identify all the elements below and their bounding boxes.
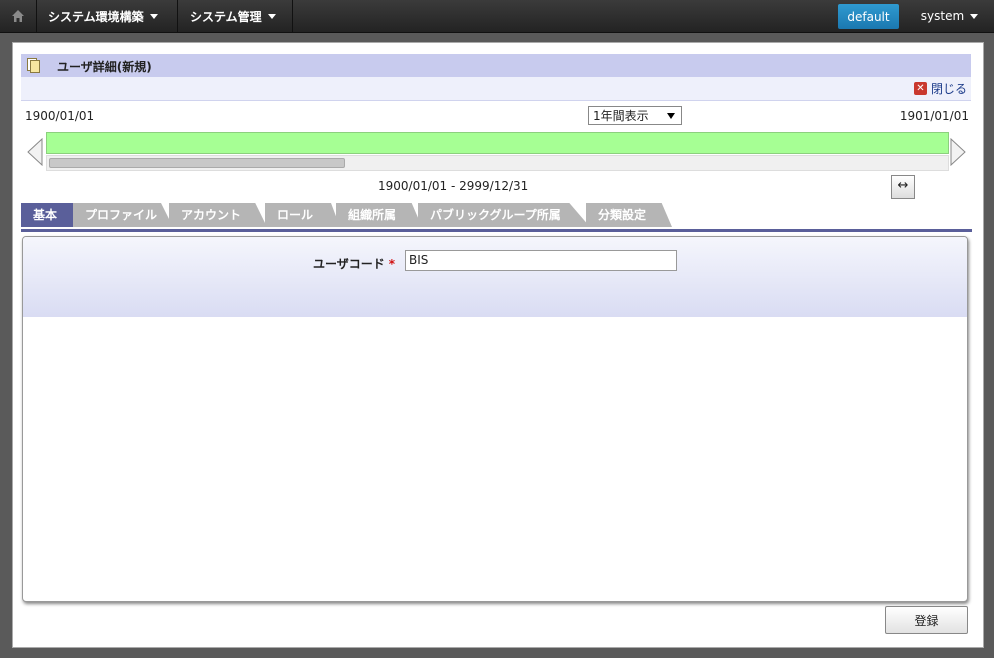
timeline-scrollbar[interactable] — [46, 155, 949, 171]
tab-profile[interactable]: プロファイル — [73, 203, 173, 227]
chevron-down-icon — [149, 13, 158, 19]
action-bar: ✕ 閉じる — [21, 77, 971, 101]
tab-role[interactable]: ロール — [265, 203, 340, 227]
chevron-down-icon — [970, 13, 979, 19]
required-mark: * — [388, 257, 396, 271]
top-nav-bar: システム環境構築 システム管理 default system — [0, 0, 994, 33]
tab-classification[interactable]: 分類設定 — [586, 203, 672, 227]
tab-bar: 基本 プロファイル アカウント ロール 組織所属 パブリックグループ所属 分類設… — [21, 203, 972, 232]
view-period-value: 1年間表示 — [593, 109, 649, 123]
user-code-label-text: ユーザコード — [313, 257, 385, 271]
tab-organization[interactable]: 組織所属 — [336, 203, 422, 227]
tab-account[interactable]: アカウント — [169, 203, 267, 227]
main-panel: ユーザ詳細(新規) ✕ 閉じる 1900/01/01 1年間表示 1901/01… — [12, 42, 984, 648]
scroll-right-arrow-icon[interactable] — [949, 138, 967, 166]
menu-label: システム環境構築 — [48, 9, 144, 24]
user-name: system — [920, 9, 965, 23]
view-period-select[interactable]: 1年間表示 — [588, 106, 682, 125]
form-header-background — [23, 237, 967, 317]
timeline-range: 1900/01/01 - 2999/12/31 — [378, 179, 529, 193]
register-button[interactable]: 登録 — [885, 606, 968, 634]
timeline-start-date: 1900/01/01 — [25, 109, 95, 123]
form-area: ユーザコード * BIS — [22, 236, 968, 602]
home-icon — [12, 10, 24, 22]
menu-system-environment[interactable]: システム環境構築 — [36, 0, 178, 32]
fit-range-button[interactable]: ↔ — [891, 175, 915, 199]
home-button[interactable] — [0, 0, 37, 32]
document-icon — [27, 58, 40, 73]
form-body — [31, 317, 957, 597]
tenant-button[interactable]: default — [838, 4, 899, 29]
user-menu[interactable]: system — [905, 0, 994, 32]
dropdown-arrow-icon — [667, 113, 675, 119]
chevron-down-icon — [267, 13, 276, 19]
scrollbar-thumb[interactable] — [49, 158, 345, 168]
user-code-input[interactable]: BIS — [405, 250, 677, 271]
user-code-label: ユーザコード * — [313, 255, 395, 272]
menu-system-admin[interactable]: システム管理 — [178, 0, 293, 32]
close-icon: ✕ — [913, 82, 927, 95]
title-bar: ユーザ詳細(新規) — [21, 54, 971, 77]
expand-horizontal-icon: ↔ — [897, 178, 909, 193]
scroll-left-arrow-icon[interactable] — [26, 138, 44, 166]
timeline-end-date: 1901/01/01 — [899, 109, 969, 123]
tab-basic[interactable]: 基本 — [21, 203, 81, 227]
tab-public-group[interactable]: パブリックグループ所属 — [418, 203, 590, 227]
timeline-bar[interactable] — [46, 132, 949, 154]
menu-label: システム管理 — [190, 9, 262, 24]
page-title: ユーザ詳細(新規) — [57, 60, 152, 74]
close-label: 閉じる — [930, 82, 967, 96]
close-button[interactable]: ✕ 閉じる — [913, 80, 967, 97]
